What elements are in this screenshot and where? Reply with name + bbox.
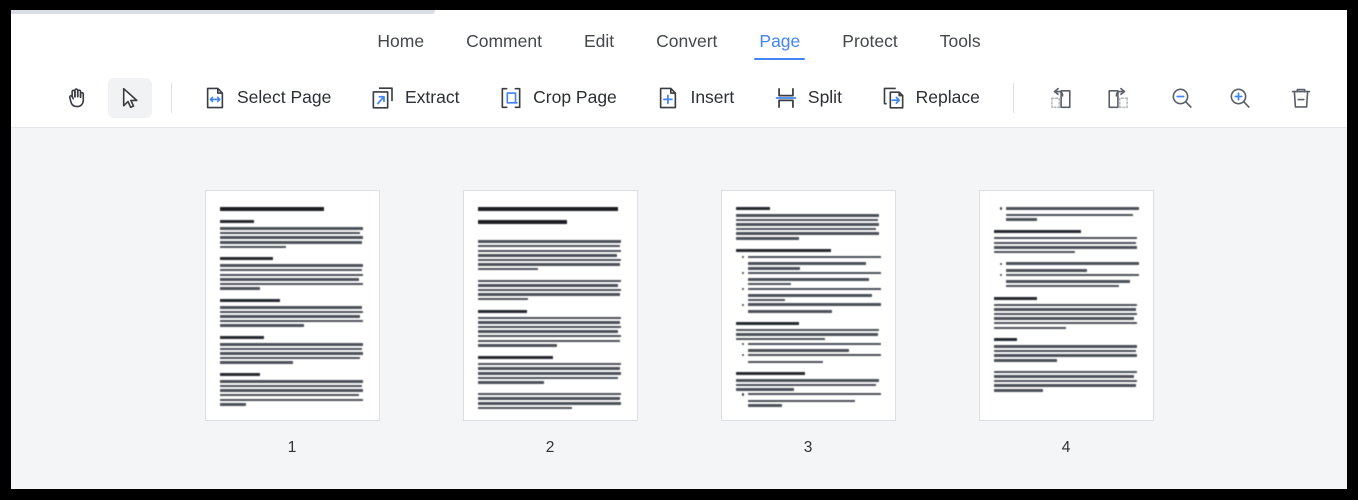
page-thumbnail-1[interactable] [204, 190, 380, 421]
menu-tab-page[interactable]: Page [738, 22, 821, 60]
rotate-right-button[interactable] [1096, 78, 1140, 118]
menu-tab-protect[interactable]: Protect [821, 22, 918, 60]
select-page-button[interactable]: Select Page [193, 78, 340, 118]
insert-page-label: Insert [690, 87, 735, 107]
crop-page-icon [498, 85, 524, 111]
crop-page-button[interactable]: Crop Page [489, 78, 626, 118]
insert-page-icon [655, 85, 681, 111]
select-page-label: Select Page [236, 87, 332, 107]
extract-icon [370, 85, 396, 111]
hand-icon [64, 85, 90, 111]
toolbar-divider-right [1013, 82, 1015, 113]
page-thumbnail-cell: 3 [720, 190, 896, 457]
page-toolbar: Select Page Extract Crop Page Insert Spl… [11, 68, 1347, 128]
menu-tab-tools[interactable]: Tools [919, 22, 1002, 60]
zoom-out-button[interactable] [1160, 78, 1204, 118]
page-number-label: 4 [1061, 439, 1071, 456]
page-number-label: 1 [287, 439, 297, 456]
main-menu-bar: Home Comment Edit Convert Page Protect T… [11, 14, 1347, 68]
insert-page-button[interactable]: Insert [646, 78, 743, 118]
page-1-content [219, 207, 365, 406]
hand-tool-button[interactable] [55, 78, 99, 118]
page-thumbnail-canvas: 1 2 3 4 [11, 128, 1347, 489]
page-thumbnail-2[interactable] [462, 190, 638, 421]
page-3-content [735, 207, 881, 407]
replace-page-button[interactable]: Replace [872, 78, 989, 118]
split-page-button[interactable]: Split [764, 78, 851, 118]
page-number-label: 2 [545, 439, 555, 456]
menu-tab-convert[interactable]: Convert [635, 22, 738, 60]
page-thumbnail-cell: 2 [462, 190, 638, 457]
toolbar-divider-left [171, 82, 173, 113]
extract-button[interactable]: Extract [361, 78, 468, 118]
page-thumbnail-list: 1 2 3 4 [11, 128, 1347, 457]
rotate-right-icon [1105, 85, 1131, 111]
page-4-content [993, 207, 1139, 392]
zoom-in-button[interactable] [1218, 78, 1262, 118]
replace-page-label: Replace [915, 87, 980, 107]
menu-tab-comment[interactable]: Comment [445, 22, 563, 60]
select-page-icon [202, 85, 228, 111]
page-thumbnail-cell: 4 [978, 190, 1154, 457]
page-thumbnail-4[interactable] [978, 190, 1154, 421]
menu-tab-home[interactable]: Home [356, 22, 445, 60]
pdf-editor-window: Home Comment Edit Convert Page Protect T… [11, 10, 1347, 489]
screenshot-frame: Home Comment Edit Convert Page Protect T… [0, 0, 1358, 500]
crop-page-label: Crop Page [533, 87, 617, 107]
select-tool-button[interactable] [107, 77, 152, 118]
delete-page-icon [1288, 85, 1314, 111]
menu-tab-edit[interactable]: Edit [563, 22, 635, 60]
split-page-label: Split [807, 87, 842, 107]
page-thumbnail-cell: 1 [204, 190, 380, 457]
page-number-label: 3 [803, 439, 813, 456]
delete-page-button[interactable] [1279, 78, 1323, 118]
split-page-icon [773, 85, 799, 111]
page-thumbnail-3[interactable] [720, 190, 896, 421]
extract-label: Extract [405, 87, 460, 107]
rotate-left-button[interactable] [1039, 78, 1083, 118]
cursor-arrow-icon [117, 85, 143, 111]
rotate-left-icon [1048, 85, 1074, 111]
page-2-content [477, 207, 623, 410]
zoom-out-icon [1169, 85, 1195, 111]
replace-page-icon [881, 85, 907, 111]
zoom-in-icon [1227, 85, 1253, 111]
